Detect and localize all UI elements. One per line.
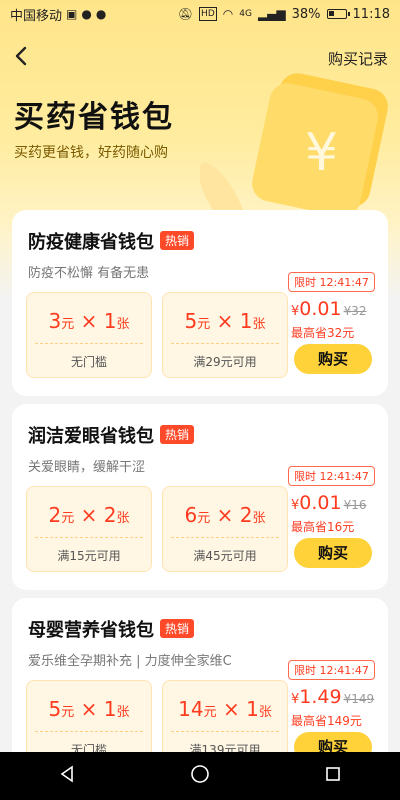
coupon-unit: 元: [197, 317, 211, 332]
price: ¥0.01 ¥32: [291, 298, 367, 320]
coupon-amount: 2: [48, 503, 62, 527]
card-description: 爱乐维全孕期补充 | 力度伸全家维C: [28, 654, 232, 669]
price: ¥1.49 ¥149: [291, 686, 374, 708]
page-subtitle: 买药更省钱，好药随心购: [14, 145, 168, 161]
wifi-icon: ◠: [222, 7, 234, 21]
original-price: ¥16: [343, 498, 367, 512]
page-title: 买药省钱包: [14, 100, 174, 135]
coupon-value: 14元 × 1张: [163, 697, 287, 721]
coupon-value: 6元 × 2张: [163, 503, 287, 527]
card-title: 母婴营养省钱包 热销: [28, 616, 195, 642]
coupon-amount: 5: [48, 697, 62, 721]
coupon-unit: 元: [61, 705, 75, 720]
coupon-unit: 元: [61, 317, 75, 332]
signal-icon: ▂▄▆: [257, 7, 286, 21]
countdown-timer: 限时 12:41:47: [288, 466, 375, 486]
coupon-count-unit: 张: [252, 317, 266, 332]
square-recent-icon[interactable]: [318, 765, 348, 788]
app-notification-icon: ▣: [66, 7, 78, 21]
card-title-text: 母婴营养省钱包: [28, 620, 154, 641]
max-saving: 最高省32元: [291, 326, 355, 340]
clock: 11:18: [352, 6, 390, 22]
purchase-record-link[interactable]: 购买记录: [328, 48, 388, 69]
coupon-amount: 3: [48, 309, 62, 333]
coupon-value: 5元 × 1张: [163, 309, 287, 333]
price-value: 0.01: [299, 492, 342, 514]
triangle-back-icon[interactable]: [52, 764, 82, 788]
wechat-icon: ●: [81, 7, 92, 21]
hot-badge: 热销: [160, 619, 195, 638]
message-icon: ●: [95, 7, 107, 21]
coupon-unit: 元: [61, 511, 75, 526]
card-title: 防疫健康省钱包 热销: [28, 228, 195, 254]
original-price: ¥149: [343, 692, 375, 706]
carrier-label: 中国移动: [10, 8, 63, 24]
original-price: ¥32: [343, 304, 367, 318]
coupon-count-unit: 张: [258, 705, 272, 720]
coupon-count-unit: 张: [116, 705, 130, 720]
coupon-times: × 2: [216, 503, 253, 527]
price-value: 0.01: [299, 298, 342, 320]
coupon-amount: 5: [184, 309, 198, 333]
price-value: 1.49: [299, 686, 342, 708]
buy-button[interactable]: 购买: [294, 538, 372, 568]
savings-pack-card: 防疫健康省钱包 热销 防疫不松懈 有备无患 3元 × 1张 无门槛 5元 × 1张 …: [12, 210, 388, 396]
coupon-condition: 满15元可用: [57, 549, 121, 563]
max-saving: 最高省149元: [291, 714, 362, 728]
coupon: 5元 × 1张 满29元可用: [162, 292, 288, 378]
coupon-count-unit: 张: [252, 511, 266, 526]
coupon-divider: [35, 537, 143, 538]
coupon-amount: 6: [184, 503, 198, 527]
coupon: 6元 × 2张 满45元可用: [162, 486, 288, 572]
coupon: 2元 × 2张 满15元可用: [26, 486, 152, 572]
card-description: 防疫不松懈 有备无患: [28, 266, 150, 281]
coupon-unit: 元: [203, 705, 217, 720]
card-title-text: 润洁爱眼省钱包: [28, 426, 154, 447]
back-arrow-icon[interactable]: [10, 44, 34, 68]
coupon-divider: [35, 731, 143, 732]
buy-button[interactable]: 购买: [294, 344, 372, 374]
coupon-value: 3元 × 1张: [27, 309, 151, 333]
network-label: 4G: [239, 9, 252, 19]
coupon-unit: 元: [197, 511, 211, 526]
coupon-times: × 2: [80, 503, 117, 527]
coupon-count-unit: 张: [116, 511, 130, 526]
card-description: 关爱眼睛，缓解干涩: [28, 460, 146, 475]
coupon: 3元 × 1张 无门槛: [26, 292, 152, 378]
coupon-count-unit: 张: [116, 317, 130, 332]
coupon-condition: 无门槛: [70, 355, 107, 369]
battery-label: 38%: [291, 6, 321, 22]
coupon-times: × 1: [216, 309, 253, 333]
max-saving: 最高省16元: [291, 520, 355, 534]
coupon-divider: [171, 343, 279, 344]
coupon-times: × 1: [80, 309, 117, 333]
hot-badge: 热销: [160, 425, 195, 444]
card-title: 润洁爱眼省钱包 热销: [28, 422, 195, 448]
coupon-value: 2元 × 2张: [27, 503, 151, 527]
coupon-divider: [35, 343, 143, 344]
coupon-condition: 满29元可用: [193, 355, 257, 369]
coupon-value: 5元 × 1张: [27, 697, 151, 721]
hot-badge: 热销: [160, 231, 195, 250]
coupon-condition: 满45元可用: [193, 549, 257, 563]
countdown-timer: 限时 12:41:47: [288, 660, 375, 680]
status-bar: 中国移动 ▣ ● ● 🔕︎ HD ◠ 4G ▂▄▆ 38% 11:18: [0, 0, 400, 28]
hd-icon: HD: [199, 7, 217, 21]
mute-icon: 🔕︎: [177, 7, 194, 21]
card-title-text: 防疫健康省钱包: [28, 232, 154, 253]
coupon-divider: [171, 537, 279, 538]
circle-home-icon[interactable]: [185, 764, 215, 789]
coupon-times: × 1: [222, 697, 259, 721]
coupon-divider: [171, 731, 279, 732]
countdown-timer: 限时 12:41:47: [288, 272, 375, 292]
yen-symbol: ¥: [305, 123, 338, 183]
coupon-times: × 1: [80, 697, 117, 721]
savings-pack-card: 润洁爱眼省钱包 热销 关爱眼睛，缓解干涩 2元 × 2张 满15元可用 6元 × 2…: [12, 404, 388, 590]
coupon-ticket-illustration: ¥: [200, 73, 388, 220]
price: ¥0.01 ¥16: [291, 492, 367, 514]
coupon-amount: 14: [178, 697, 204, 721]
system-nav-bar: [0, 752, 400, 800]
battery-icon: [326, 9, 350, 19]
